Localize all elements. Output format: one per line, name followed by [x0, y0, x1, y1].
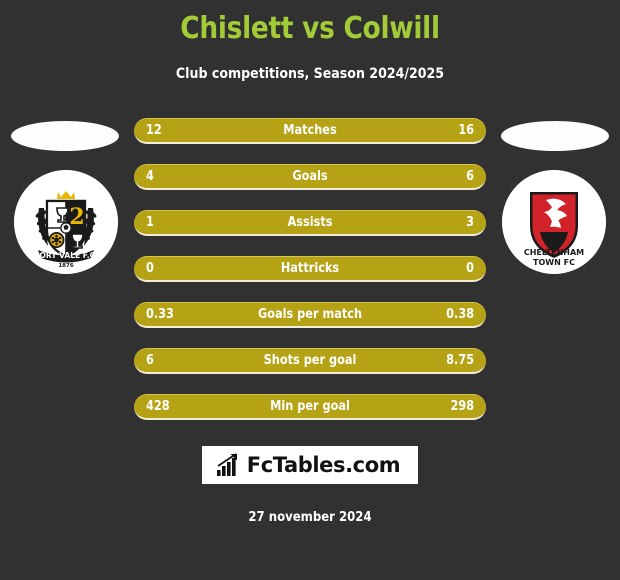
footer-date: 27 november 2024 — [248, 510, 372, 525]
comparison-area: 2 PORT VALE F.C. 1876 TOWN FC CHELTENHAM… — [0, 118, 620, 428]
svg-text:2: 2 — [69, 204, 84, 230]
page-title: Chislett vs Colwill — [180, 11, 440, 46]
stat-row: 0 Hattricks 0 — [134, 256, 486, 282]
stat-row: 428 Min per goal 298 — [134, 394, 486, 420]
away-team-column: TOWN FC CHELTENHAM — [490, 118, 620, 428]
stat-away-value: 3 — [466, 215, 474, 230]
stat-away-value: 8.75 — [446, 353, 474, 368]
stat-label: Shots per goal — [263, 353, 357, 368]
away-crest-name-line1: CHELTENHAM — [524, 248, 584, 257]
brand-text: FcTables.com — [246, 453, 401, 477]
stat-label: Goals — [292, 169, 328, 184]
stat-label: Min per goal — [270, 399, 350, 414]
stat-label: Matches — [283, 123, 337, 138]
header: Chislett vs Colwill Club competitions, S… — [0, 0, 620, 83]
cheltenham-town-fc-crest-icon: TOWN FC CHELTENHAM — [502, 170, 606, 274]
home-crest-year: 1876 — [58, 263, 73, 269]
stat-away-value: 0.38 — [446, 307, 474, 322]
stat-away-value: 16 — [458, 123, 474, 138]
home-team-column: 2 PORT VALE F.C. 1876 — [0, 118, 130, 428]
stat-away-value: 298 — [450, 399, 474, 414]
brand-logo: FcTables.com — [201, 446, 419, 484]
stat-home-value: 0 — [146, 261, 154, 276]
away-team-crest: TOWN FC CHELTENHAM — [502, 170, 606, 274]
stat-row: 6 Shots per goal 8.75 — [134, 348, 486, 374]
stat-home-value: 1 — [146, 215, 154, 230]
stat-home-value: 6 — [146, 353, 154, 368]
bar-chart-growth-icon — [216, 453, 237, 476]
home-team-crest: 2 PORT VALE F.C. 1876 — [14, 170, 118, 274]
stat-row: 0.33 Goals per match 0.38 — [134, 302, 486, 328]
away-team-flag — [501, 121, 609, 151]
stat-row: 1 Assists 3 — [134, 210, 486, 236]
home-team-flag — [11, 121, 119, 151]
stats-list: 12 Matches 16 4 Goals 6 1 Assists 3 0 Ha… — [134, 118, 486, 420]
stat-away-value: 0 — [466, 261, 474, 276]
away-crest-name-line2: TOWN FC — [533, 258, 575, 267]
footer: FcTables.com 27 november 2024 — [0, 446, 620, 526]
stat-label: Goals per match — [257, 307, 363, 322]
stat-row: 4 Goals 6 — [134, 164, 486, 190]
stat-row: 12 Matches 16 — [134, 118, 486, 144]
stat-away-value: 6 — [466, 169, 474, 184]
stat-home-value: 4 — [146, 169, 154, 184]
port-vale-fc-crest-icon: 2 PORT VALE F.C. 1876 — [14, 170, 118, 274]
stat-label: Assists — [287, 215, 333, 230]
home-crest-name: PORT VALE F.C. — [34, 251, 98, 260]
stat-label: Hattricks — [280, 261, 340, 276]
page-subtitle: Club competitions, Season 2024/2025 — [175, 66, 445, 82]
